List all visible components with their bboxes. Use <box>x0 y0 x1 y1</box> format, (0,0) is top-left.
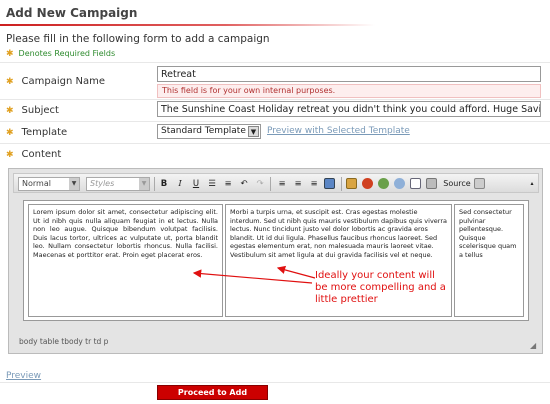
format-dropdown-value: Normal <box>22 179 51 188</box>
campaign-name-input[interactable]: Retreat <box>157 66 541 82</box>
editor-content-area[interactable]: Lorem ipsum dolor sit amet, consectetur … <box>23 200 529 321</box>
editor-toolbar: Normal ▼ Styles ▼ B I U ☰ ≡ ↶ ↷ ≡ ≡ ≡ So… <box>13 173 539 193</box>
preview-link[interactable]: Preview <box>6 371 41 381</box>
template-select[interactable]: Standard Template ▼ <box>157 124 261 139</box>
template-label: ✱ Template <box>6 127 67 138</box>
required-star-icon: ✱ <box>6 106 14 116</box>
toolbar-divider <box>154 177 155 191</box>
template-label-text: Template <box>21 127 68 138</box>
image-icon[interactable] <box>346 178 357 189</box>
chevron-down-icon: ▼ <box>69 178 79 190</box>
required-star-icon: ✱ <box>6 150 14 160</box>
source-button[interactable]: Source <box>442 177 472 191</box>
template-selected-value: Standard Template <box>161 126 246 136</box>
align-right-icon[interactable]: ≡ <box>308 177 320 191</box>
align-center-icon[interactable]: ≡ <box>292 177 304 191</box>
subject-label-text: Subject <box>21 105 59 116</box>
bold-button[interactable]: B <box>158 177 170 191</box>
required-note: ✱ Denotes Required Fields <box>6 49 115 59</box>
format-dropdown[interactable]: Normal ▼ <box>18 177 80 191</box>
required-star-icon: ✱ <box>6 77 14 87</box>
campaign-name-label: ✱ Campaign Name <box>6 76 105 87</box>
chevron-down-icon: ▼ <box>139 178 149 190</box>
table-cell[interactable]: Lorem ipsum dolor sit amet, consectetur … <box>28 204 223 317</box>
align-left-icon[interactable]: ≡ <box>276 177 288 191</box>
italic-button[interactable]: I <box>174 177 186 191</box>
preview-icon[interactable] <box>474 178 485 189</box>
chevron-down-icon[interactable]: ▼ <box>248 126 259 137</box>
preview-template-link[interactable]: Preview with Selected Template <box>267 126 410 136</box>
intro-text: Please fill in the following form to add… <box>6 33 270 45</box>
underline-button[interactable]: U <box>190 177 202 191</box>
styles-dropdown-value: Styles <box>90 179 115 188</box>
table-cell[interactable]: Sed consectetur pulvinar pellentesque. Q… <box>454 204 524 317</box>
element-path-bar[interactable]: body table tbody tr td p <box>19 337 108 346</box>
row-divider <box>0 382 550 383</box>
bullet-list-icon[interactable]: ☰ <box>206 177 218 191</box>
redo-icon[interactable]: ↷ <box>254 177 266 191</box>
title-divider <box>0 24 375 26</box>
row-divider <box>0 99 550 100</box>
justify-icon[interactable] <box>324 178 335 189</box>
annotation-note: Ideally your content will be more compel… <box>315 270 446 305</box>
table-icon[interactable] <box>410 178 421 189</box>
required-star-icon: ✱ <box>6 49 14 59</box>
proceed-button[interactable]: Proceed to Add Contacts > <box>157 385 268 404</box>
page-title: Add New Campaign <box>6 6 138 20</box>
required-star-icon: ✱ <box>6 128 14 138</box>
collapse-toolbar-icon[interactable]: ▴ <box>528 177 536 191</box>
rich-text-editor: Normal ▼ Styles ▼ B I U ☰ ≡ ↶ ↷ ≡ ≡ ≡ So… <box>8 168 543 354</box>
campaign-name-label-text: Campaign Name <box>21 76 106 87</box>
resize-handle-icon[interactable]: ◢ <box>530 341 539 350</box>
undo-icon[interactable]: ↶ <box>238 177 250 191</box>
flash-icon[interactable] <box>362 178 373 189</box>
row-divider <box>0 143 550 144</box>
toolbar-divider <box>341 177 342 191</box>
content-label-text: Content <box>21 149 62 160</box>
anchor-icon[interactable] <box>394 178 405 189</box>
numbered-list-icon[interactable]: ≡ <box>222 177 234 191</box>
toolbar-divider <box>270 177 271 191</box>
campaign-name-hint: This field is for your own internal purp… <box>157 84 541 98</box>
content-row: ✱ Content <box>6 146 546 166</box>
page-icon[interactable] <box>426 178 437 189</box>
link-icon[interactable] <box>378 178 389 189</box>
required-note-text: Denotes Required Fields <box>18 49 116 58</box>
content-label: ✱ Content <box>6 149 61 160</box>
row-divider <box>0 62 550 63</box>
styles-dropdown[interactable]: Styles ▼ <box>86 177 150 191</box>
subject-input[interactable]: The Sunshine Coast Holiday retreat you d… <box>157 101 541 117</box>
subject-label: ✱ Subject <box>6 105 59 116</box>
row-divider <box>0 121 550 122</box>
